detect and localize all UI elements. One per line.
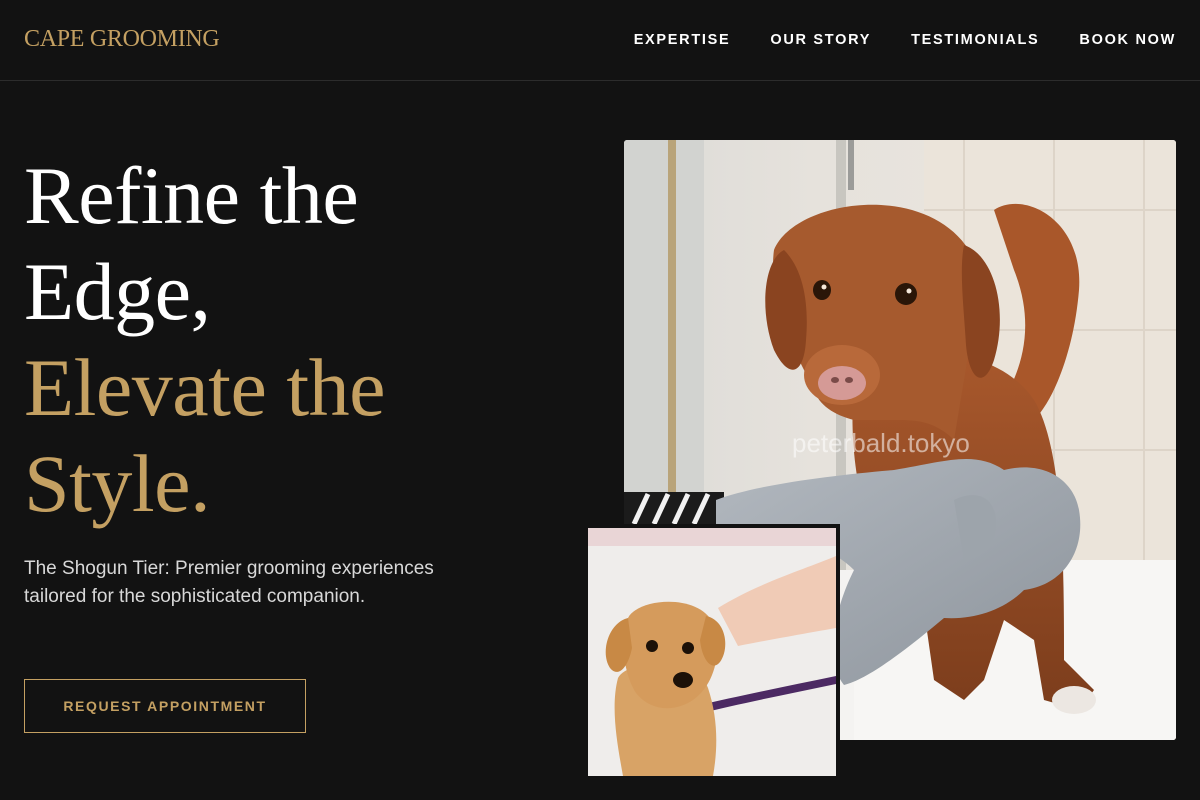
inset-photo-illustration (588, 528, 836, 776)
site-header: CAPE GROOMING EXPERTISE OUR STORY TESTIM… (0, 0, 1200, 81)
watermark-text: peterbald.tokyo (792, 428, 970, 458)
headline-line-3: Elevate the (24, 342, 386, 433)
headline-line-2: Edge, (24, 246, 211, 337)
headline-line-4: Style. (24, 438, 211, 529)
hero-headline: Refine the Edge, Elevate the Style. (24, 148, 584, 532)
nav-link-testimonials[interactable]: TESTIMONIALS (911, 30, 1039, 50)
main-nav: EXPERTISE OUR STORY TESTIMONIALS BOOK NO… (634, 30, 1176, 50)
headline-line-1: Refine the (24, 150, 359, 241)
nav-link-expertise[interactable]: EXPERTISE (634, 30, 731, 50)
hero-subtitle: The Shogun Tier: Premier grooming experi… (24, 558, 434, 607)
nav-link-book-now[interactable]: BOOK NOW (1079, 30, 1176, 50)
nav-link-our-story[interactable]: OUR STORY (770, 30, 871, 50)
brand-logo[interactable]: CAPE GROOMING (24, 24, 220, 54)
small-dog-photo (584, 524, 840, 780)
request-appointment-button[interactable]: REQUEST APPOINTMENT (24, 679, 306, 733)
